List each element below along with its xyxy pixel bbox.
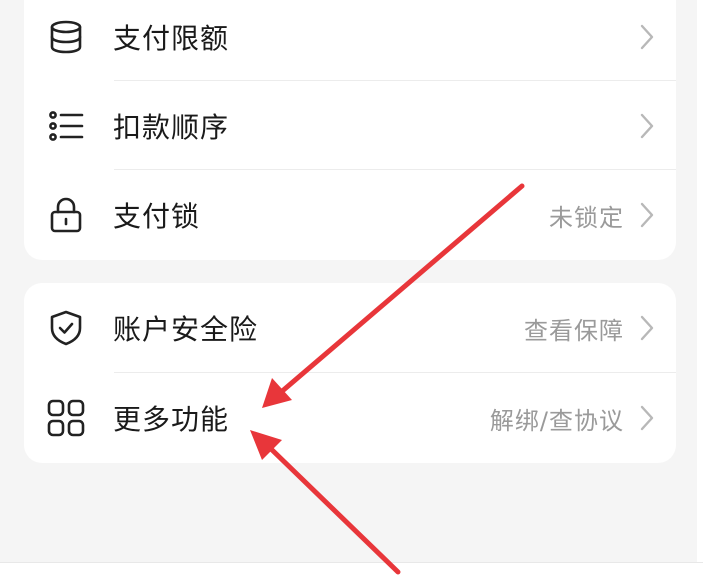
list-icon [44, 104, 88, 148]
row-payment-lock[interactable]: 支付锁 未锁定 [24, 170, 676, 260]
lock-icon [44, 193, 88, 237]
row-value: 未锁定 [549, 203, 624, 232]
row-deduction-order[interactable]: 扣款顺序 [24, 81, 676, 171]
row-label: 更多功能 [113, 403, 230, 436]
row-value: 解绑/查协议 [489, 406, 624, 435]
row-label: 扣款顺序 [113, 111, 230, 144]
chevron-right-icon [636, 200, 658, 230]
row-label: 账户安全险 [113, 313, 259, 346]
shield-check-icon [44, 306, 88, 350]
grid-icon [44, 396, 88, 440]
row-payment-limit[interactable]: 支付限额 [24, 0, 676, 82]
chevron-right-icon [636, 111, 658, 141]
row-label: 支付限额 [113, 22, 230, 55]
chevron-right-icon [636, 403, 658, 433]
row-label: 支付锁 [113, 200, 201, 233]
row-account-insurance[interactable]: 账户安全险 查看保障 [24, 283, 676, 373]
payment-settings-card: 支付限额 扣款顺序 支付锁 未锁定 [24, 0, 676, 260]
row-value: 查看保障 [524, 316, 624, 345]
bottom-bar [0, 562, 703, 577]
security-settings-card: 账户安全险 查看保障 更多功能 解绑/查协议 [24, 283, 676, 463]
chevron-right-icon [636, 22, 658, 52]
row-more-functions[interactable]: 更多功能 解绑/查协议 [24, 373, 676, 463]
payment-settings-screen: 支付限额 扣款顺序 支付锁 未锁定 账户安全险 查看保障 更多功能 解绑/查协议 [0, 0, 703, 577]
database-icon [44, 15, 88, 59]
right-edge-strip [697, 0, 703, 577]
chevron-right-icon [636, 313, 658, 343]
